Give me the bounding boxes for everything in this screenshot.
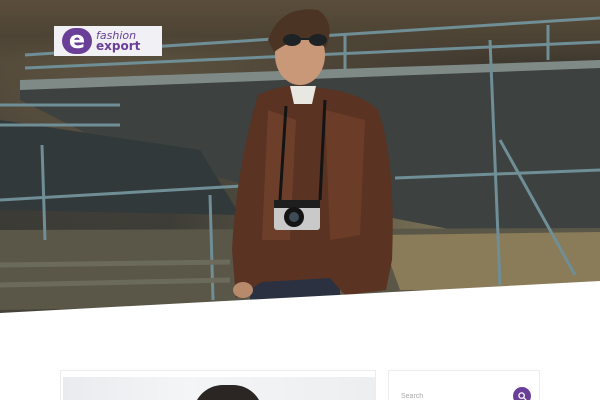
sidebar-search-widget xyxy=(388,370,540,400)
post-thumbnail[interactable] xyxy=(63,377,375,400)
person xyxy=(232,9,393,310)
logo-wordmark: fashion export xyxy=(96,30,140,52)
featured-post-card[interactable] xyxy=(60,370,376,400)
site-logo[interactable]: e fashion export xyxy=(54,26,162,56)
search-input[interactable] xyxy=(399,387,511,400)
post-thumbnail-subject xyxy=(193,385,263,400)
search-icon xyxy=(517,391,527,400)
search-button[interactable] xyxy=(513,387,531,400)
hero-banner: e fashion export xyxy=(0,0,600,320)
logo-mark: e xyxy=(62,28,92,54)
logo-line-2: export xyxy=(96,39,141,53)
hero-divider xyxy=(0,281,600,320)
